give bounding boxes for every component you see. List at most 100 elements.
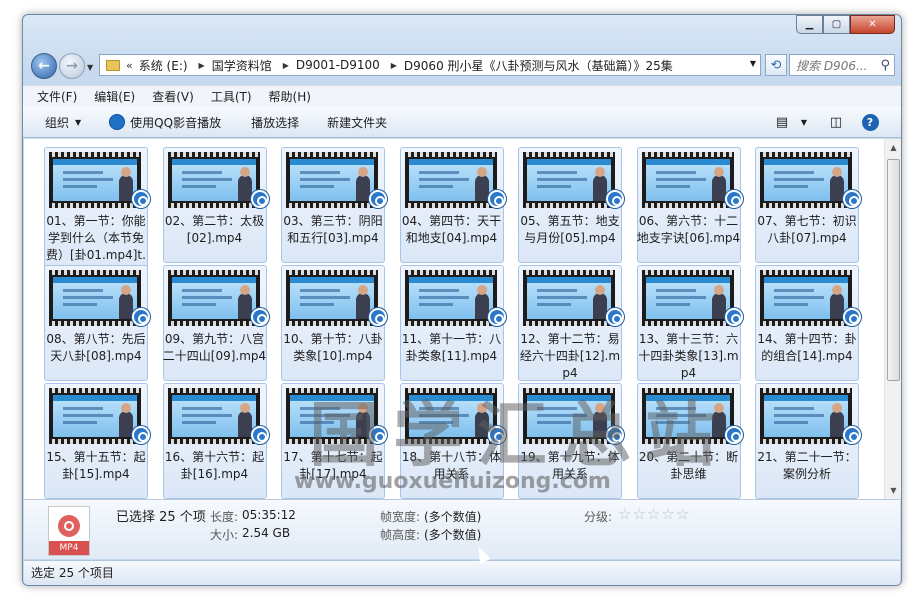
caption-buttons: ▁ ▢ ✕ — [796, 15, 895, 34]
lecturer-figure — [474, 285, 489, 319]
slide-line — [63, 407, 103, 410]
slide-line — [300, 185, 334, 188]
qq-player-icon — [369, 190, 387, 208]
file-name: 21、第二十一节：案例分析 — [757, 450, 857, 481]
file-item[interactable]: 13、第十三节：六十四卦类象[13].mp4 — [636, 265, 743, 389]
view-dropdown-button[interactable]: ▼ — [793, 112, 815, 132]
help-button[interactable]: ? — [859, 112, 881, 132]
file-item[interactable]: 11、第十一节：八卦类象[11].mp4 — [399, 265, 506, 389]
slide-header — [764, 395, 848, 401]
view-options-button[interactable]: ▤ — [771, 112, 793, 132]
breadcrumb-arrow-icon[interactable]: ▶ — [199, 61, 205, 70]
length-value: 05:35:12 — [242, 508, 296, 522]
play-selected-button[interactable]: 播放选择 — [251, 114, 299, 131]
refresh-button[interactable]: ⟲ — [765, 54, 787, 76]
vertical-scrollbar[interactable]: ▲ ▼ — [884, 139, 901, 499]
slide-line — [300, 289, 340, 292]
address-dropdown-icon[interactable]: ▼ — [750, 59, 756, 68]
back-button[interactable]: ← — [31, 53, 57, 79]
qq-player-icon — [250, 308, 269, 326]
organize-label: 组织 — [45, 115, 70, 130]
lecturer-figure — [356, 285, 370, 319]
file-item[interactable]: 09、第九节：八宫二十四山[09].mp4 — [162, 265, 269, 389]
forward-button[interactable]: → — [59, 53, 85, 79]
file-item[interactable]: 14、第十四节：卦的组合[14].mp4 — [755, 265, 861, 389]
slide-line — [774, 421, 808, 424]
file-name: 10、第十节：八卦类象[10].mp4 — [283, 332, 383, 363]
view-icon: ▤ — [775, 114, 789, 130]
file-name: 15、第十五节：起卦[15].mp4 — [46, 450, 146, 481]
lecturer-figure — [119, 403, 133, 437]
preview-pane-button[interactable]: ◫ — [825, 112, 847, 132]
menu-edit[interactable]: 编辑(E) — [94, 88, 135, 105]
address-bar[interactable]: « 系统 (E:) ▶ 国学资料馆 ▶ D9001-D9100 ▶ D9060 … — [99, 54, 761, 76]
video-thumbnail — [286, 270, 378, 326]
slide-line — [774, 178, 824, 181]
menu-tools[interactable]: 工具(T) — [211, 88, 252, 105]
file-item[interactable]: 06、第六节：十二地支字诀[06].mp4 — [636, 147, 743, 271]
file-item[interactable]: 01、第一节：你能学到什么（本节免费）[卦01.mp4]t.mp4 — [44, 147, 150, 279]
breadcrumb-arrow-icon[interactable]: ▶ — [391, 61, 397, 70]
slide-line — [181, 289, 222, 292]
search-icon[interactable]: ⚲ — [880, 58, 890, 73]
minimize-button[interactable]: ▁ — [796, 15, 823, 34]
menu-file[interactable]: 文件(F) — [37, 88, 77, 105]
video-thumbnail — [49, 388, 141, 444]
scroll-up-icon[interactable]: ▲ — [885, 139, 901, 156]
file-item[interactable]: 03、第三节：阴阳和五行[03].mp4 — [281, 147, 387, 271]
file-name: 14、第十四节：卦的组合[14].mp4 — [757, 332, 857, 363]
size-value: 2.54 GB — [242, 526, 291, 540]
overflow-chevron-icon[interactable]: « — [126, 59, 133, 72]
breadcrumb-drive[interactable]: 系统 (E:) — [139, 57, 188, 74]
file-item[interactable]: 12、第十二节：易经六十四卦[12].mp4 — [518, 265, 624, 389]
file-item[interactable]: 15、第十五节：起卦[15].mp4 — [44, 383, 150, 499]
play-with-qq-button[interactable]: 使用QQ影音播放 — [109, 114, 221, 131]
file-item[interactable]: 04、第四节：天干和地支[04].mp4 — [399, 147, 506, 271]
breadcrumb-folder-1[interactable]: 国学资料馆 — [212, 57, 272, 74]
video-thumbnail — [641, 152, 734, 208]
menu-view[interactable]: 查看(V) — [152, 88, 194, 105]
chevron-down-icon: ▼ — [75, 117, 82, 127]
lecturer-figure — [119, 285, 133, 319]
menu-help[interactable]: 帮助(H) — [269, 88, 311, 105]
recent-pages-dropdown[interactable]: ▼ — [87, 63, 93, 72]
slide-header — [408, 277, 493, 283]
search-input[interactable]: 搜索 D906... ⚲ — [789, 54, 895, 76]
video-thumbnail — [760, 388, 852, 444]
slide-preview — [764, 159, 848, 201]
slide-line — [655, 185, 690, 188]
file-list[interactable]: 01、第一节：你能学到什么（本节免费）[卦01.mp4]t.mp4 02、第二节：… — [24, 139, 884, 499]
file-name: 02、第二节：太极[02].mp4 — [164, 214, 265, 245]
scrollbar-thumb[interactable] — [887, 159, 900, 381]
selection-count: 已选择 25 个项 — [116, 510, 206, 525]
slide-preview — [527, 277, 611, 319]
slide-header — [645, 277, 730, 283]
slide-header — [53, 277, 137, 283]
file-item[interactable]: 08、第八节：先后天八卦[08].mp4 — [44, 265, 150, 389]
file-item[interactable]: 07、第七节：初识八卦[07].mp4 — [755, 147, 861, 271]
qq-player-icon — [132, 426, 150, 444]
help-icon: ? — [861, 113, 879, 131]
organize-button[interactable]: 组织 ▼ — [45, 114, 81, 131]
breadcrumb-current[interactable]: D9060 刑小星《八卦预测与风水（基础篇）》25集 — [404, 57, 673, 74]
file-item[interactable]: 02、第二节：太极[02].mp4 — [162, 147, 269, 271]
breadcrumb-arrow-icon[interactable]: ▶ — [283, 61, 289, 70]
slide-preview — [764, 395, 848, 437]
rating-stars[interactable]: ☆☆☆☆☆ — [618, 505, 690, 523]
new-folder-button[interactable]: 新建文件夹 — [327, 114, 387, 131]
file-item[interactable]: 16、第十六节：起卦[16].mp4 — [162, 383, 269, 499]
folder-icon — [106, 59, 120, 71]
slide-line — [774, 303, 808, 306]
lecturer-figure — [830, 167, 844, 201]
status-text: 选定 25 个项目 — [31, 566, 114, 580]
scroll-down-icon[interactable]: ▼ — [885, 482, 901, 499]
maximize-button[interactable]: ▢ — [823, 15, 850, 34]
file-item[interactable]: 10、第十节：八卦类象[10].mp4 — [281, 265, 387, 389]
file-item[interactable]: 05、第五节：地支与月份[05].mp4 — [518, 147, 624, 271]
file-item[interactable]: 21、第二十一节：案例分析 — [755, 383, 861, 499]
close-button[interactable]: ✕ — [850, 15, 895, 34]
breadcrumb-folder-2[interactable]: D9001-D9100 — [296, 58, 380, 72]
slide-header — [527, 159, 611, 165]
qq-player-icon — [724, 190, 743, 208]
slide-header — [290, 159, 374, 165]
